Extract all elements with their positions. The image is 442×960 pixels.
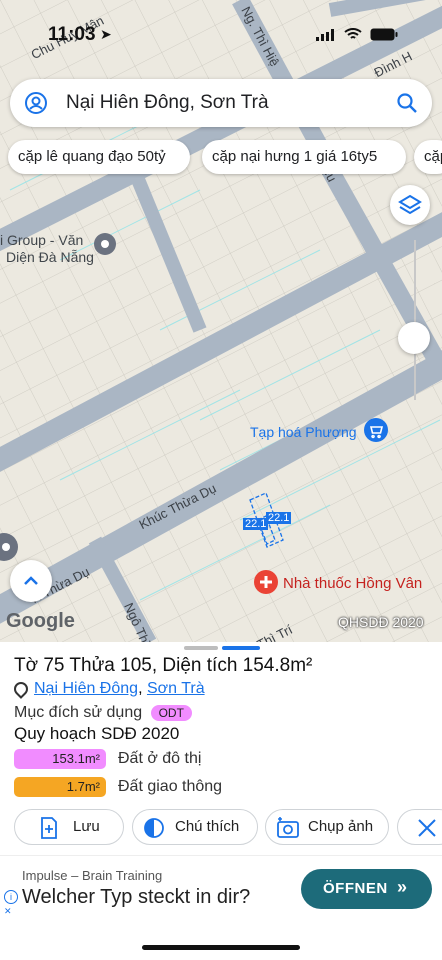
legend-label: Chú thích bbox=[175, 818, 240, 835]
chip-suggestion[interactable]: cặp nại hưng 1 giá 16ty5 bbox=[202, 140, 406, 174]
account-icon[interactable] bbox=[24, 91, 48, 115]
ad-open-label: ÖFFNEN bbox=[323, 880, 388, 897]
legend-button[interactable]: Chú thích bbox=[132, 809, 258, 845]
location-arrow-icon: ➤ bbox=[100, 26, 112, 42]
chip-suggestion[interactable]: cặp bbox=[414, 140, 442, 174]
ad-headline: Welcher Typ steckt in dir? bbox=[22, 886, 251, 908]
poi-pin-group-icon[interactable] bbox=[94, 233, 116, 255]
chevron-up-icon bbox=[24, 576, 38, 585]
parcel-title: Tờ 75 Thửa 105, Diện tích 154.8m² bbox=[14, 655, 313, 676]
parcel-label: 22.1 bbox=[266, 512, 292, 524]
purpose-tag: ODT bbox=[150, 705, 192, 721]
search-bar[interactable]: Nại Hiên Đông, Sơn Trà bbox=[10, 79, 432, 127]
ad-banner[interactable]: Impulse – Brain Training i ✕ Welcher Typ… bbox=[0, 855, 442, 924]
tools-icon bbox=[418, 819, 436, 837]
address-ward-link[interactable]: Nại Hiên Đông bbox=[34, 680, 138, 697]
wifi-icon bbox=[344, 28, 362, 39]
status-bar: 11:03 ➤ bbox=[0, 22, 442, 50]
address-row: Nại Hiên Đông, Sơn Trà bbox=[11, 678, 205, 699]
google-logo: Google bbox=[6, 610, 75, 632]
home-indicator[interactable] bbox=[142, 945, 300, 950]
save-label: Lưu bbox=[73, 818, 100, 835]
poi-label-pharmacy[interactable]: Nhà thuốc Hồng Vân bbox=[283, 575, 422, 592]
layers-icon bbox=[398, 194, 422, 215]
double-chevron-right-icon: » bbox=[397, 877, 408, 897]
ad-info-icon[interactable]: i bbox=[4, 890, 18, 904]
plan-value-residential: 153.1m² bbox=[14, 749, 106, 769]
purpose-row: Mục đích sử dụng ODT bbox=[14, 704, 192, 722]
ad-open-button[interactable]: ÖFFNEN » bbox=[301, 869, 432, 909]
ad-close-icon[interactable]: ✕ bbox=[4, 906, 12, 917]
tools-button[interactable] bbox=[397, 809, 442, 845]
battery-icon bbox=[370, 28, 398, 41]
chip-suggestion[interactable]: cặp lê quang đạo 50tỷ bbox=[8, 140, 190, 174]
plan-value-traffic: 1.7m² bbox=[14, 777, 106, 797]
expand-up-button[interactable] bbox=[10, 560, 52, 602]
zoom-slider-handle[interactable] bbox=[398, 322, 430, 354]
location-pin-icon bbox=[11, 678, 31, 699]
camera-icon bbox=[277, 817, 299, 838]
address-separator: , bbox=[138, 680, 143, 697]
sheet-handle[interactable] bbox=[184, 646, 218, 650]
screenshot-button[interactable]: Chụp ảnh bbox=[265, 809, 389, 845]
plan-label-residential: Đất ở đô thị bbox=[118, 750, 202, 767]
parcel-label: 22.1 bbox=[243, 518, 269, 530]
add-bookmark-icon bbox=[41, 817, 57, 839]
address-district-link[interactable]: Sơn Trà bbox=[147, 680, 205, 697]
contrast-icon bbox=[144, 818, 164, 838]
shop-pin-icon[interactable] bbox=[364, 418, 388, 442]
qhsdd-label: QHSDĐ 2020 bbox=[338, 614, 424, 630]
layers-button[interactable] bbox=[390, 185, 430, 225]
poi-label-shop[interactable]: Tạp hoá Phượng bbox=[250, 424, 357, 440]
screenshot-label: Chụp ảnh bbox=[308, 818, 374, 835]
pharmacy-pin-icon[interactable] bbox=[254, 570, 278, 594]
poi-label-group-2: Diện Đà Nẵng bbox=[6, 249, 94, 265]
zoom-slider-track[interactable] bbox=[414, 240, 416, 400]
ad-brand: Impulse – Brain Training bbox=[22, 868, 163, 883]
save-button[interactable]: Lưu bbox=[14, 809, 124, 845]
search-query[interactable]: Nại Hiên Đông, Sơn Trà bbox=[66, 92, 269, 114]
poi-label-group: i Group - Văn bbox=[0, 232, 84, 248]
plan-label-traffic: Đất giao thông bbox=[118, 778, 223, 795]
status-time: 11:03 bbox=[48, 24, 96, 45]
sheet-handle-active[interactable] bbox=[222, 646, 260, 650]
search-icon[interactable] bbox=[396, 92, 418, 114]
purpose-label: Mục đích sử dụng bbox=[14, 704, 143, 721]
signal-icon bbox=[316, 28, 334, 41]
plan-title: Quy hoạch SDĐ 2020 bbox=[14, 724, 180, 743]
